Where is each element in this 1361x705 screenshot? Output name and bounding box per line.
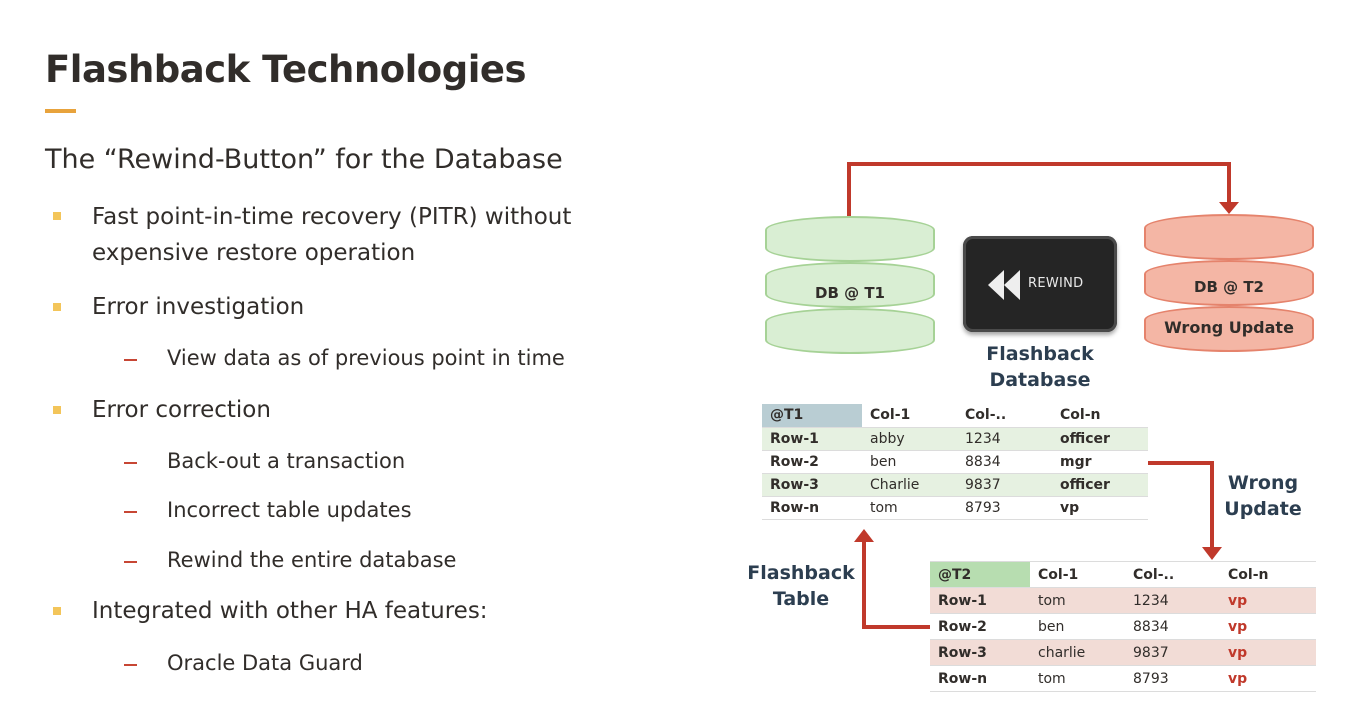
dash-marker	[124, 561, 137, 563]
bullet-item: Error correction	[92, 397, 271, 423]
rewind-arrow	[847, 162, 1231, 216]
table-row: Row-2 ben 8834 mgr	[762, 450, 1148, 473]
db-t1-label: DB @ T1	[815, 284, 885, 302]
table-t2: @T2 Col-1 Col-.. Col-n Row-1 tom 1234 vp…	[930, 561, 1316, 692]
table-cell: tom	[1038, 670, 1066, 687]
flashback-table-label: Flashback Table	[747, 562, 855, 610]
dash-marker	[124, 462, 137, 464]
table-cell: 9837	[965, 476, 1001, 493]
sub-bullet-item: Back-out a transaction	[167, 449, 406, 473]
bullet-marker	[53, 212, 61, 220]
table-cell: ben	[1038, 618, 1065, 635]
flashback-table-arrow	[862, 540, 936, 629]
sub-bullet-item: Incorrect table updates	[167, 498, 412, 522]
rewind-arrowhead	[1219, 202, 1239, 214]
rewind-icon	[988, 270, 1020, 300]
table-cell: officer	[1060, 476, 1110, 493]
table-cell: Col-n	[1228, 566, 1269, 583]
disk	[765, 308, 935, 354]
db-t1-cylinder: DB @ T1	[765, 216, 935, 356]
table-cell: 8834	[1133, 618, 1169, 635]
wrong-update-arrow	[1148, 461, 1214, 549]
table-row: Row-3 Charlie 9837 officer	[762, 473, 1148, 496]
table-cell: Charlie	[870, 476, 920, 493]
dash-marker	[124, 664, 137, 666]
table-cell: Col-..	[965, 407, 1007, 424]
sub-bullet-item: Rewind the entire database	[167, 548, 457, 572]
bullet-item: Integrated with other HA features:	[92, 598, 488, 624]
table-cell: Col-1	[870, 407, 911, 424]
table-cell: Row-n	[938, 670, 988, 687]
table-cell: ben	[870, 453, 897, 470]
table-cell: Row-1	[938, 592, 987, 609]
table-header-row: @T1 Col-1 Col-.. Col-n	[762, 404, 1148, 427]
table-cell: officer	[1060, 430, 1110, 447]
wrong-update-label: Wrong Update	[1224, 472, 1302, 520]
table-row: Row-3 charlie 9837 vp	[930, 639, 1316, 666]
disk	[765, 216, 935, 262]
db-t2-cylinder: DB @ T2 Wrong Update	[1144, 214, 1314, 354]
table-row: Row-2 ben 8834 vp	[930, 613, 1316, 640]
slide-subtitle: The “Rewind-Button” for the Database	[45, 144, 563, 175]
disk	[1144, 214, 1314, 260]
slide-title: Flashback Technologies	[45, 48, 527, 91]
flashback-database-label: Flashback Database	[986, 343, 1094, 391]
table-cell: Row-n	[770, 499, 820, 516]
table-cell: 8793	[965, 499, 1001, 516]
table-cell: 8834	[965, 453, 1001, 470]
table-cell: 1234	[965, 430, 1001, 447]
flashback-table-arrowhead	[854, 529, 874, 542]
table-row: Row-1 abby 1234 officer	[762, 427, 1148, 450]
bullet-marker	[53, 607, 61, 615]
table-row: Row-n tom 8793 vp	[930, 665, 1316, 692]
sub-bullet-item: Oracle Data Guard	[167, 651, 363, 675]
table-row: Row-n tom 8793 vp	[762, 496, 1148, 519]
table-cell: 9837	[1133, 644, 1169, 661]
table-cell: Row-2	[938, 618, 987, 635]
table-cell: charlie	[1038, 644, 1086, 661]
bullet-item: Fast point-in-time recovery (PITR) witho…	[92, 204, 572, 266]
bullet-marker	[53, 406, 61, 414]
bullet-item: Error investigation	[92, 294, 305, 320]
table-cell: Row-2	[770, 453, 819, 470]
table-cell: Col-1	[1038, 566, 1079, 583]
table-cell: tom	[1038, 592, 1066, 609]
db-t2-note: Wrong Update	[1164, 318, 1294, 337]
table-cell: vp	[1060, 499, 1080, 516]
table-cell: @T2	[930, 561, 1030, 588]
table-row: Row-1 tom 1234 vp	[930, 587, 1316, 614]
table-cell: 8793	[1133, 670, 1169, 687]
table-cell: @T1	[762, 404, 862, 427]
table-cell: Row-3	[938, 644, 987, 661]
wrong-update-arrowhead	[1202, 547, 1222, 560]
table-cell: Row-1	[770, 430, 819, 447]
table-header-row: @T2 Col-1 Col-.. Col-n	[930, 561, 1316, 588]
table-cell: vp	[1228, 592, 1248, 609]
table-cell: mgr	[1060, 453, 1092, 470]
table-cell: Col-n	[1060, 407, 1101, 424]
sub-bullet-item: View data as of previous point in time	[167, 346, 565, 370]
table-cell: Row-3	[770, 476, 819, 493]
table-cell: vp	[1228, 670, 1248, 687]
table-cell: 1234	[1133, 592, 1169, 609]
table-t1: @T1 Col-1 Col-.. Col-n Row-1 abby 1234 o…	[762, 404, 1148, 520]
title-accent-bar	[45, 109, 76, 113]
bullet-marker	[53, 303, 61, 311]
table-cell: tom	[870, 499, 898, 516]
rewind-label: REWIND	[1028, 276, 1084, 291]
table-cell: Col-..	[1133, 566, 1175, 583]
table-cell: vp	[1228, 644, 1248, 661]
table-cell: abby	[870, 430, 905, 447]
db-t2-label: DB @ T2	[1194, 278, 1264, 296]
dash-marker	[124, 359, 137, 361]
dash-marker	[124, 511, 137, 513]
table-cell: vp	[1228, 618, 1248, 635]
